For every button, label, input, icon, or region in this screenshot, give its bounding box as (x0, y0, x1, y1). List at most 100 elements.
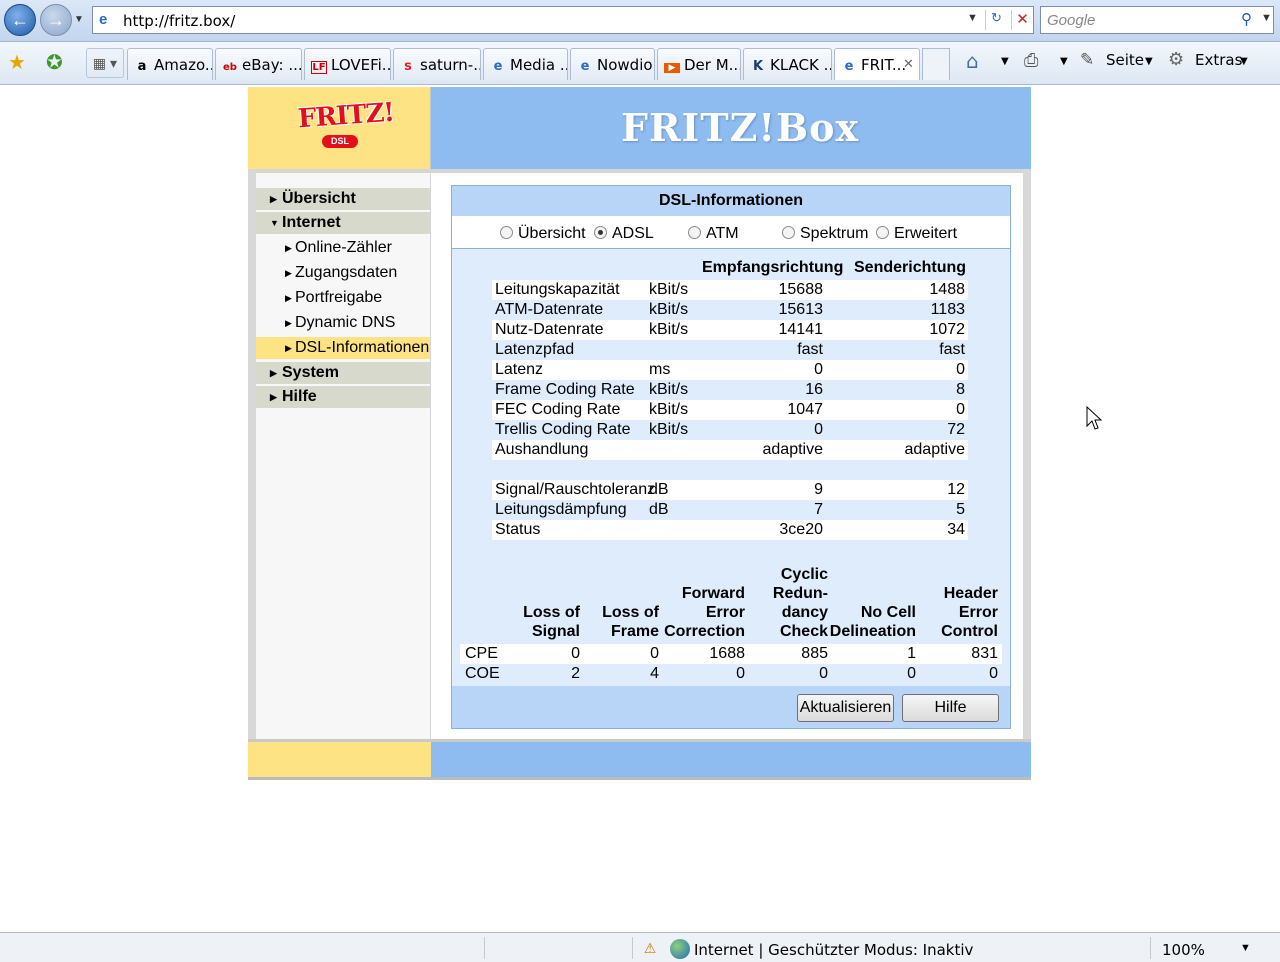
menu-label: Internet (282, 214, 341, 231)
favorites-star-icon[interactable]: ★ (8, 50, 26, 75)
close-tab-icon[interactable]: ✕ (903, 56, 914, 72)
menu-item-dynamic-dns[interactable]: ▶ Dynamic DNS (256, 312, 430, 334)
header-line: Cyclic (780, 566, 828, 583)
menu-item-access-data[interactable]: ▶ Zugangsdaten (256, 262, 430, 284)
tab-label: FRIT... (861, 56, 907, 74)
home-icon[interactable]: ⌂ (966, 49, 979, 73)
forward-button[interactable]: → (40, 4, 72, 36)
menu-label: Zugangsdaten (295, 264, 398, 281)
row-unit: kBit/s (649, 401, 689, 418)
upstream-value: 5 (956, 501, 965, 518)
arrow-right-icon: ▶ (270, 194, 277, 204)
refresh-icon[interactable]: ↻ (985, 10, 1007, 30)
radio-overview[interactable]: Übersicht (500, 225, 586, 243)
stop-icon[interactable]: ✕ (1011, 10, 1033, 30)
quick-tabs-icon[interactable]: ▦ ▾ (86, 48, 124, 78)
downstream-value: 1047 (787, 401, 823, 418)
zoom-dropdown-icon[interactable]: ▼ (1240, 942, 1251, 954)
add-favorite-icon[interactable]: ✪ (46, 50, 63, 75)
gear-icon: ⚙ (1168, 49, 1185, 70)
radio-spectrum[interactable]: Spektrum (782, 225, 868, 243)
print-icon[interactable]: ⎙ (1024, 50, 1038, 71)
col-header-downstream: Empfangsrichtung (702, 259, 844, 276)
radio-selected-icon[interactable] (594, 226, 607, 239)
downstream-value: adaptive (762, 441, 824, 458)
logo-header: FRITZ! DSL (248, 87, 431, 169)
search-icon[interactable]: ⚲ (1241, 10, 1252, 28)
tab-lovefilm[interactable]: LF LOVEFi... (304, 48, 391, 80)
radio-label: ADSL (612, 225, 654, 242)
menu-item-online-counter[interactable]: ▶ Online-Zähler (256, 237, 430, 259)
page-dropdown-icon[interactable]: ▼ (1145, 56, 1153, 67)
search-input[interactable]: Google ⚲ ▼ (1040, 6, 1274, 34)
error-count-value: 0 (736, 665, 745, 682)
radio-adsl[interactable]: ADSL (594, 225, 654, 243)
new-tab-button[interactable] (922, 48, 950, 80)
error-count-value: 0 (650, 645, 659, 662)
extras-dropdown-icon[interactable]: ▼ (1240, 56, 1248, 67)
page-menu[interactable]: Seite (1106, 51, 1144, 69)
print-dropdown-icon[interactable]: ▼ (1060, 56, 1068, 67)
menu-item-overview[interactable]: ▶ Übersicht (256, 188, 430, 210)
ebay-icon: eb (223, 62, 237, 73)
radio-icon[interactable] (500, 226, 513, 239)
refresh-button[interactable]: Aktualisieren (797, 694, 894, 722)
page-icon: ✎ (1080, 50, 1095, 70)
tab-klack[interactable]: K KLACK ... (743, 48, 832, 80)
header-line: Frame (610, 623, 659, 640)
address-input[interactable]: e http://fritz.box/ ▼ ↻ ✕ (92, 6, 1034, 34)
status-divider (1150, 937, 1151, 959)
home-dropdown-icon[interactable]: ▼ (1001, 56, 1009, 67)
dsl-row: FEC Coding Rate kBit/s 1047 0 (492, 400, 968, 420)
tab-der-m[interactable]: ▶ Der M... (657, 48, 741, 80)
arrow-right-icon: ▶ (270, 368, 277, 378)
radio-advanced[interactable]: Erweitert (876, 225, 957, 243)
tab-amazon[interactable]: a Amazo... (127, 48, 213, 80)
dsl-row: Latenz ms 0 0 (492, 360, 968, 380)
footer-left (248, 742, 431, 777)
protected-mode-icon[interactable]: ⚠ (640, 940, 660, 958)
radio-icon[interactable] (876, 226, 889, 239)
address-text[interactable]: http://fritz.box/ (123, 12, 235, 30)
radio-atm[interactable]: ATM (688, 225, 739, 243)
tab-nowdio[interactable]: e Nowdio (570, 48, 655, 80)
downstream-value: 14141 (778, 321, 824, 338)
address-dropdown-icon[interactable]: ▼ (967, 12, 978, 24)
zoom-level[interactable]: 100% (1162, 941, 1205, 959)
address-toolbar: ← → ▼ e http://fritz.box/ ▼ ↻ ✕ Google ⚲… (0, 0, 1280, 42)
radio-icon[interactable] (782, 226, 795, 239)
row-label: Leitungsdämpfung (495, 501, 627, 518)
tab-label: Der M... (684, 56, 741, 74)
error-count-value: 885 (801, 645, 828, 662)
downstream-value: 9 (814, 481, 823, 498)
back-button[interactable]: ← (4, 4, 36, 36)
menu-item-dsl-info[interactable]: ▶ DSL-Informationen (256, 337, 430, 359)
error-column-header: Loss of Frame (602, 603, 659, 641)
search-dropdown-icon[interactable]: ▼ (1261, 12, 1272, 24)
history-dropdown-icon[interactable]: ▼ (74, 14, 84, 25)
brand-banner: FRITZ!Box (431, 87, 1031, 169)
error-count-value: 4 (650, 665, 659, 682)
panel-title: DSL-Informationen (452, 186, 1010, 216)
radio-icon[interactable] (688, 226, 701, 239)
dsl-row: ATM-Datenrate kBit/s 15613 1183 (492, 300, 968, 320)
extras-menu[interactable]: Extras (1195, 51, 1242, 69)
zone-status-text[interactable]: Internet | Geschützter Modus: Inaktiv (694, 941, 973, 959)
tab-toolbar: ★ ✪ ▦ ▾ a Amazo... eb eBay: ... LF LOVEFi..… (0, 42, 1280, 85)
menu-item-system[interactable]: ▶ System (256, 362, 430, 384)
help-button[interactable]: Hilfe (902, 694, 999, 722)
upstream-value: 0 (956, 361, 965, 378)
menu-item-port-forwarding[interactable]: ▶ Portfreigabe (256, 287, 430, 309)
view-selector: Übersicht ADSL ATM Spektrum Erweitert (452, 216, 1010, 249)
tab-media[interactable]: e Media ... (483, 48, 568, 80)
globe-icon (670, 939, 690, 959)
menu-item-internet[interactable]: ▼ Internet (256, 212, 430, 234)
row-unit: kBit/s (649, 381, 689, 398)
tab-ebay[interactable]: eb eBay: ... (215, 48, 302, 80)
menu-label: System (282, 364, 339, 381)
lovefilm-icon: LF (311, 61, 327, 74)
header-line: Redun- (772, 585, 828, 602)
error-column-header: Loss of Signal (523, 603, 580, 641)
menu-item-help[interactable]: ▶ Hilfe (256, 386, 430, 408)
tab-saturn[interactable]: s saturn-... (393, 48, 481, 80)
